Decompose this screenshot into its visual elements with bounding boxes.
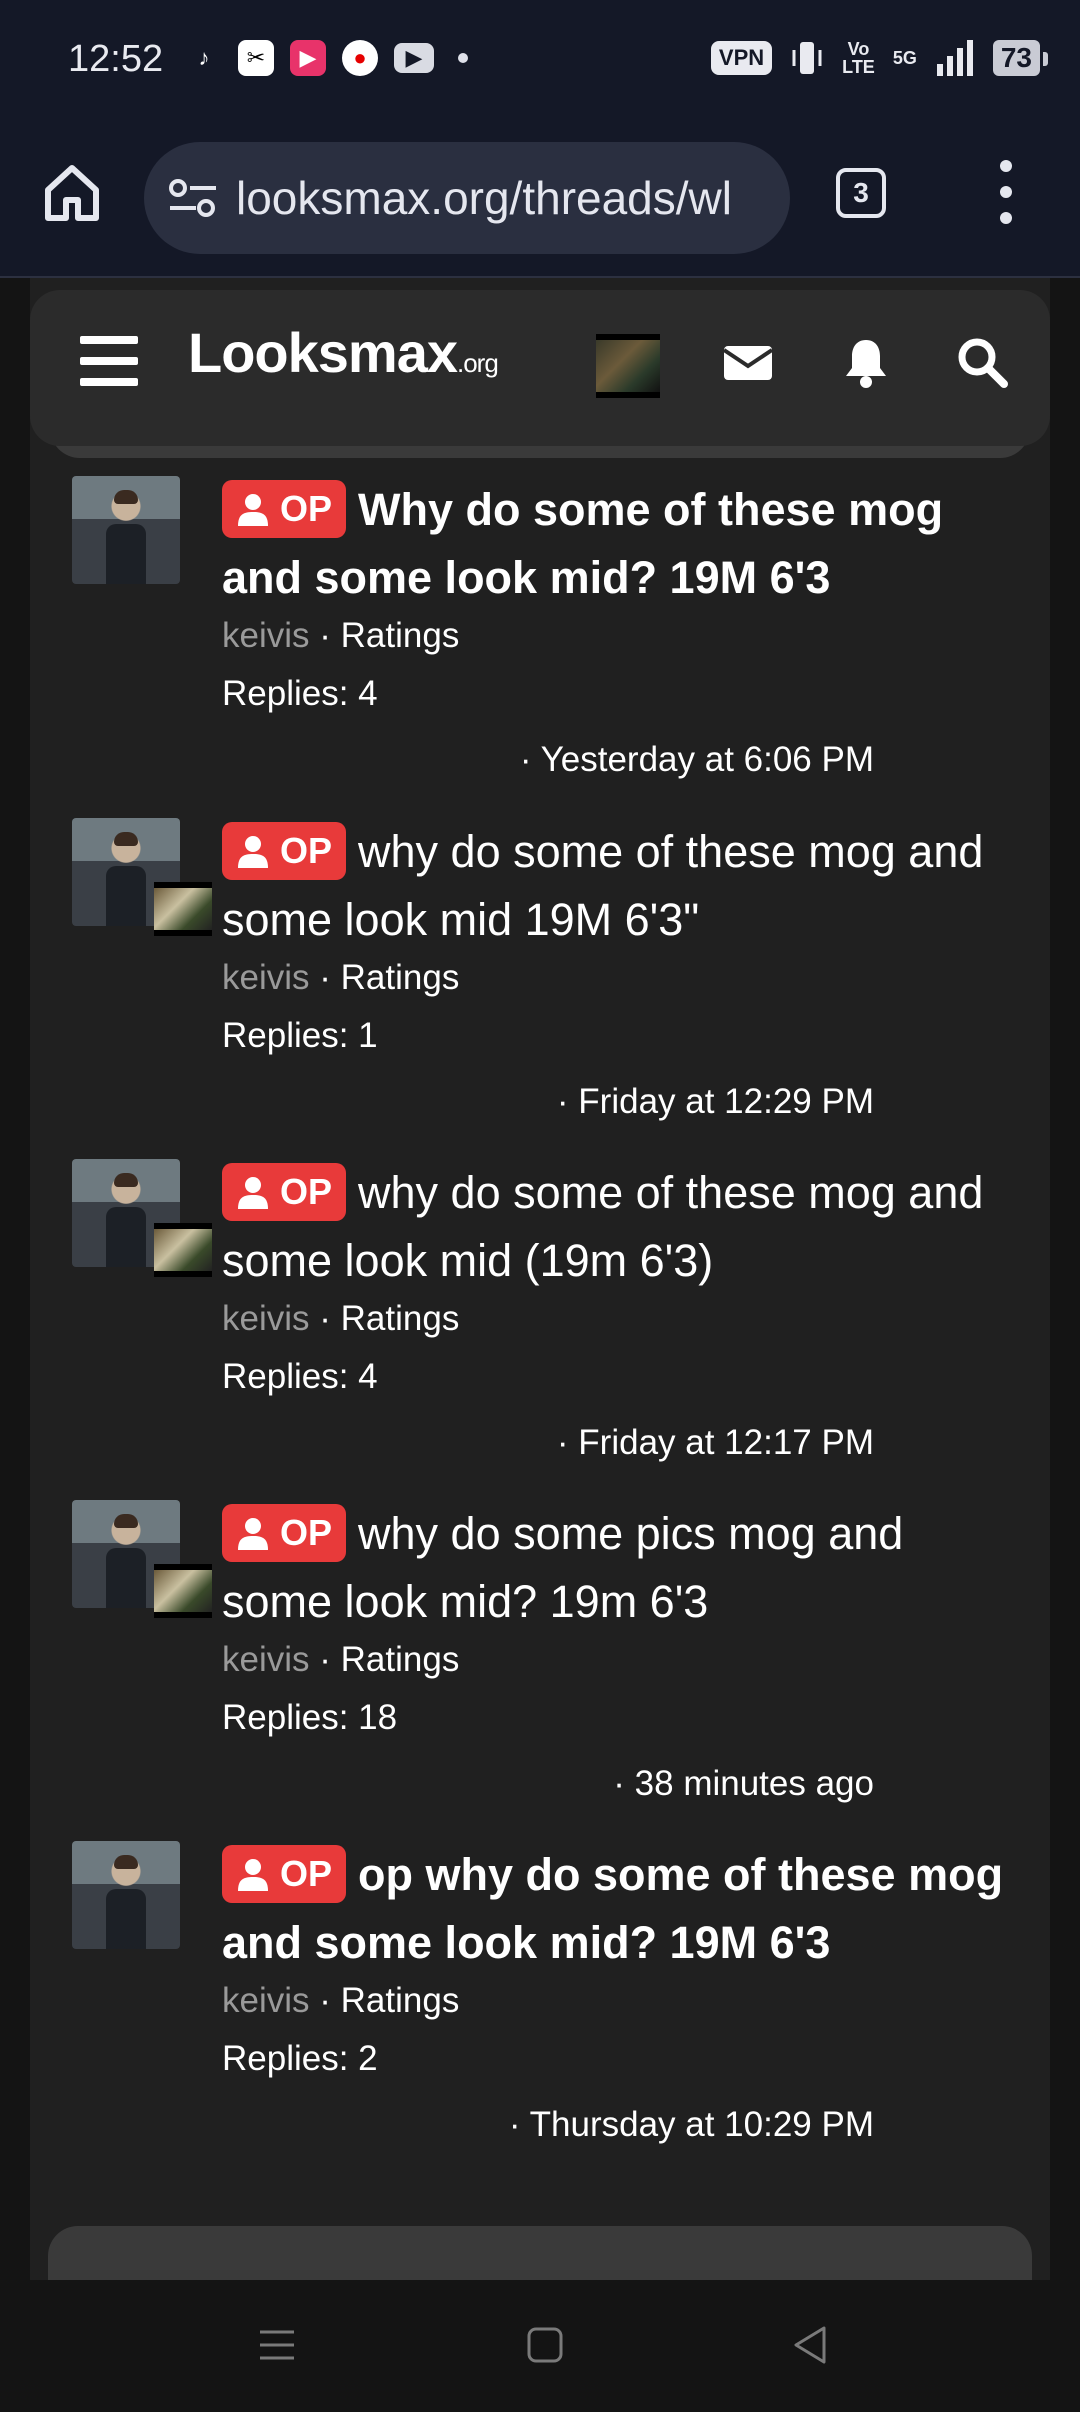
hamburger-menu-icon[interactable] <box>80 336 138 386</box>
bell-icon[interactable] <box>838 334 894 390</box>
status-bar: 12:52 ♪ ✂ ▶ ● ▶ VPN Vo LTE 5G 73 <box>0 0 1080 120</box>
thread-item[interactable]: OP Why do some of these mog and some look… <box>30 476 1050 796</box>
thread-avatar[interactable] <box>72 1841 182 1951</box>
last-poster-avatar[interactable] <box>154 882 212 936</box>
thread-avatar[interactable] <box>72 818 212 936</box>
last-poster-avatar[interactable] <box>154 1564 212 1618</box>
url-text[interactable]: looksmax.org/threads/wl <box>236 171 766 225</box>
thread-meta: keivis · Ratings <box>222 1981 460 2020</box>
thread-author[interactable]: keivis <box>222 958 310 997</box>
vibrate-icon <box>792 42 822 74</box>
thread-replies: Replies: 18 <box>222 1698 398 1737</box>
thread-author[interactable]: keivis <box>222 616 310 655</box>
thread-date[interactable]: · Friday at 12:29 PM <box>557 1082 874 1122</box>
thread-title[interactable]: OP why do some of these mog and some look… <box>222 818 1012 954</box>
thread-meta: keivis · Ratings <box>222 1299 460 1338</box>
site-header: Looksmax.org <box>30 290 1050 446</box>
vpn-icon: VPN <box>710 41 773 75</box>
thread-title[interactable]: OP why do some of these mog and some look… <box>222 1159 1012 1295</box>
thread-author[interactable]: keivis <box>222 1640 310 1679</box>
thread-title[interactable]: OP Why do some of these mog and some look… <box>222 476 1012 612</box>
thread-forum[interactable]: Ratings <box>341 958 460 997</box>
thread-title[interactable]: OP why do some pics mog and some look mid… <box>222 1500 1012 1636</box>
vodafone-icon: ● <box>342 40 378 76</box>
thread-title[interactable]: OP op why do some of these mog and some l… <box>222 1841 1012 1977</box>
signal-icon <box>936 40 973 76</box>
thread-date[interactable]: · Thursday at 10:29 PM <box>509 2105 874 2145</box>
tab-switcher-button[interactable]: 3 <box>836 168 886 218</box>
thread-avatar[interactable] <box>72 476 182 586</box>
youtube-icon: ▶ <box>394 43 434 73</box>
thread-author[interactable]: keivis <box>222 1981 310 2020</box>
thread-forum[interactable]: Ratings <box>341 1981 460 2020</box>
last-poster-avatar[interactable] <box>154 1223 212 1277</box>
thread-replies: Replies: 4 <box>222 1357 378 1396</box>
battery-indicator: 73 <box>992 40 1049 76</box>
user-icon <box>238 836 268 869</box>
status-time: 12:52 <box>68 38 164 80</box>
envelope-icon[interactable] <box>720 334 776 390</box>
thread-date[interactable]: · Yesterday at 6:06 PM <box>520 740 874 780</box>
back-icon[interactable] <box>786 2320 836 2370</box>
thread-meta: keivis · Ratings <box>222 616 460 655</box>
thread-avatar[interactable] <box>72 1159 212 1277</box>
thread-meta: keivis · Ratings <box>222 1640 460 1679</box>
thread-replies: Replies: 1 <box>222 1016 378 1055</box>
system-icons: VPN Vo LTE 5G 73 <box>710 38 1049 78</box>
browser-toolbar: looksmax.org/threads/wl 3 <box>0 120 1080 278</box>
thread-date[interactable]: · Friday at 12:17 PM <box>557 1423 874 1463</box>
web-page: Looksmax.org OP Why do some of these mog … <box>0 278 1080 2280</box>
op-badge: OP <box>222 1845 347 1904</box>
home-icon[interactable] <box>40 160 104 224</box>
overflow-menu-button[interactable] <box>994 160 1018 224</box>
tiktok-icon: ♪ <box>198 45 210 70</box>
thread-item[interactable]: OP why do some pics mog and some look mid… <box>30 1500 1050 1820</box>
thread-meta: keivis · Ratings <box>222 958 460 997</box>
thread-avatar[interactable] <box>72 1500 212 1618</box>
thread-forum[interactable]: Ratings <box>341 1299 460 1338</box>
user-icon <box>238 1177 268 1210</box>
more-notifications-dot <box>458 53 468 63</box>
capcut-icon: ✂ <box>238 40 274 76</box>
notification-icons: ♪ ✂ ▶ ● ▶ <box>186 40 468 76</box>
thread-forum[interactable]: Ratings <box>341 616 460 655</box>
thread-item[interactable]: OP why do some of these mog and some look… <box>30 818 1050 1138</box>
recents-icon[interactable] <box>252 2320 302 2370</box>
user-icon <box>238 494 268 527</box>
thread-author[interactable]: keivis <box>222 1299 310 1338</box>
user-avatar[interactable] <box>596 334 660 398</box>
system-navigation-bar <box>0 2280 1080 2412</box>
user-icon <box>238 1859 268 1892</box>
home-nav-icon[interactable] <box>520 2320 570 2370</box>
thread-replies: Replies: 2 <box>222 2039 378 2078</box>
site-settings-icon[interactable] <box>168 178 218 218</box>
thread-replies: Replies: 4 <box>222 674 378 713</box>
op-badge: OP <box>222 480 347 539</box>
site-logo[interactable]: Looksmax.org <box>188 320 499 385</box>
related-section-box <box>48 2226 1032 2280</box>
user-icon <box>238 1518 268 1551</box>
op-badge: OP <box>222 822 347 881</box>
video-app-icon: ▶ <box>290 40 326 76</box>
op-badge: OP <box>222 1504 347 1563</box>
thread-item[interactable]: OP why do some of these mog and some look… <box>30 1159 1050 1479</box>
network-type: 5G <box>892 47 917 68</box>
thread-item[interactable]: OP op why do some of these mog and some l… <box>30 1841 1050 2161</box>
thread-date[interactable]: · 38 minutes ago <box>613 1764 874 1804</box>
search-icon[interactable] <box>954 334 1010 390</box>
address-bar[interactable]: looksmax.org/threads/wl <box>144 142 790 254</box>
op-badge: OP <box>222 1163 347 1222</box>
volte-icon: Vo LTE <box>842 39 875 77</box>
thread-forum[interactable]: Ratings <box>341 1640 460 1679</box>
